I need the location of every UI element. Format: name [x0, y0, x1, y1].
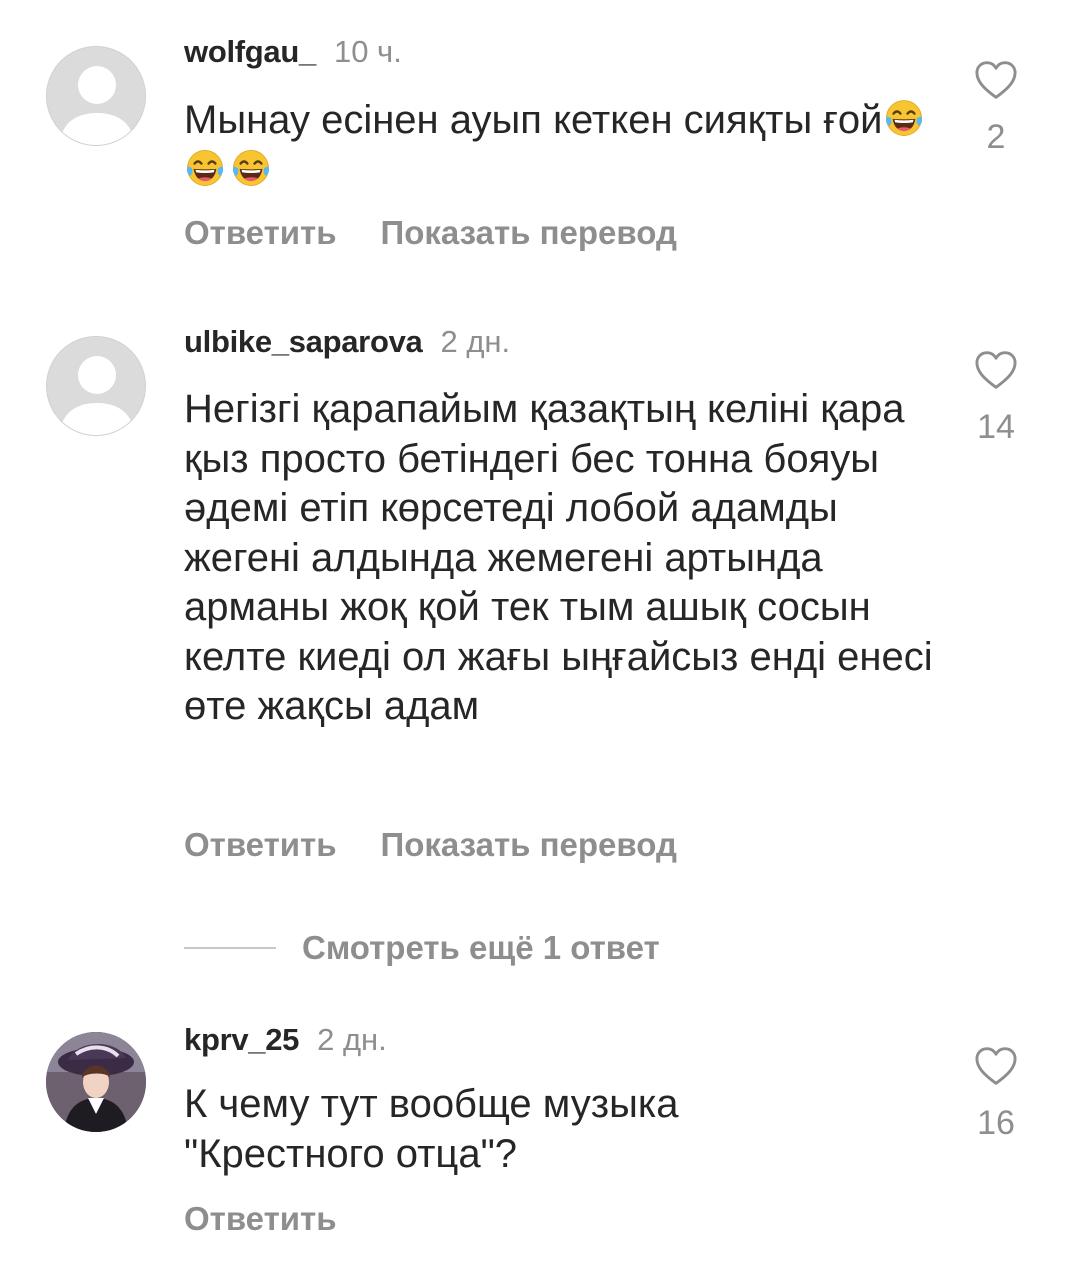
- view-more-replies-label: Смотреть ещё 1 ответ: [302, 929, 660, 966]
- reply-button[interactable]: Ответить: [184, 214, 337, 251]
- avatar[interactable]: [46, 1032, 146, 1132]
- avatar[interactable]: [46, 46, 146, 146]
- like-count: 2: [986, 118, 1006, 156]
- timestamp: 2 дн.: [317, 1022, 387, 1057]
- username[interactable]: ulbike_saparova: [184, 324, 423, 359]
- like-count: 16: [977, 1104, 1015, 1142]
- like-count: 14: [977, 408, 1015, 446]
- like-control: 16: [966, 1046, 1026, 1143]
- view-more-replies-button[interactable]: Смотреть ещё 1 ответ: [184, 928, 660, 968]
- comment-text: Негізгі қарапайым қазақтың келіні қара қ…: [184, 387, 933, 728]
- comment-body: Мынау есінен ауып кеткен сияқты ғой: [184, 98, 883, 142]
- laughing-tears-emoji: [187, 149, 223, 186]
- comment-meta: kprv_25 2 дн.: [184, 1022, 387, 1058]
- heart-outline-icon[interactable]: [974, 60, 1018, 100]
- reply-button[interactable]: Ответить: [184, 826, 337, 863]
- reply-button[interactable]: Ответить: [184, 1200, 337, 1237]
- comment-actions: Ответить Показать перевод: [184, 826, 677, 864]
- laughing-tears-emoji: [233, 149, 269, 186]
- show-translation-button[interactable]: Показать перевод: [381, 826, 677, 863]
- like-control: 2: [966, 60, 1026, 157]
- comment-meta: ulbike_saparova 2 дн.: [184, 324, 510, 360]
- username[interactable]: kprv_25: [184, 1022, 299, 1057]
- default-avatar-icon: [47, 47, 145, 145]
- heart-outline-icon[interactable]: [974, 1046, 1018, 1086]
- like-control: 14: [966, 350, 1026, 447]
- comment-text: Мынау есінен ауып кеткен сияқты ғой: [184, 96, 944, 195]
- timestamp: 2 дн.: [440, 324, 511, 359]
- default-avatar-icon: [47, 337, 145, 435]
- show-translation-button[interactable]: Показать перевод: [381, 214, 677, 251]
- comment-text: К чему тут вообще музыка "Крестного отца…: [184, 1082, 679, 1176]
- laughing-tears-emoji: [885, 100, 922, 136]
- comment-actions: Ответить Показать перевод: [184, 214, 677, 252]
- username[interactable]: wolfgau_: [184, 34, 316, 69]
- heart-outline-icon[interactable]: [974, 350, 1018, 390]
- comment-meta: wolfgau_ 10 ч.: [184, 34, 402, 70]
- comment-actions: Ответить: [184, 1200, 337, 1238]
- timestamp: 10 ч.: [333, 34, 402, 69]
- replies-divider: [184, 947, 276, 949]
- avatar[interactable]: [46, 336, 146, 436]
- profile-photo: [46, 1032, 146, 1132]
